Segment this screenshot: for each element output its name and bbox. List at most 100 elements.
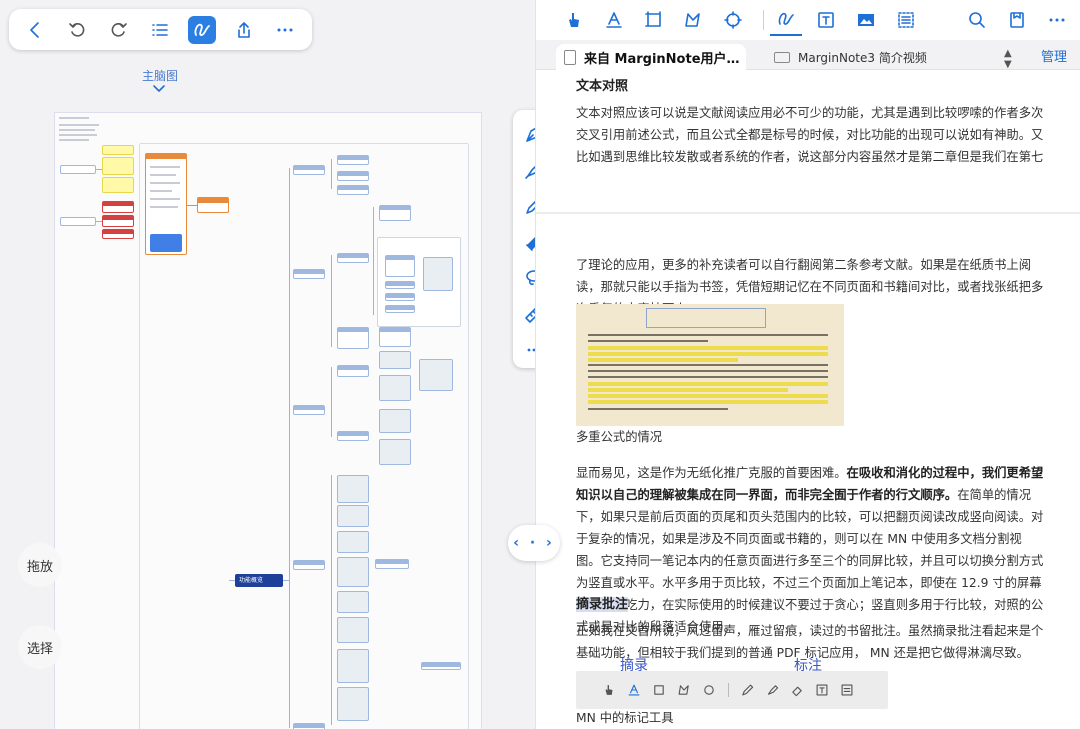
mindmap-image-node[interactable] (379, 351, 411, 369)
mindmap-node[interactable] (337, 431, 369, 441)
mindmap-canvas[interactable]: 功能概览 (54, 112, 482, 729)
more-icon (277, 28, 293, 31)
formula-page-image[interactable] (576, 304, 844, 426)
document-content[interactable]: 文本对照 文本对照应该可以说是文献阅读应用必不可少的功能，尤其是遇到比较啰嗦的作… (536, 70, 1080, 729)
mindmap-node[interactable] (145, 153, 187, 255)
back-icon (29, 21, 39, 38)
search-button[interactable] (961, 4, 993, 36)
mindmap-node[interactable] (60, 165, 96, 174)
share-button[interactable] (230, 16, 258, 44)
mindmap-image-node[interactable] (337, 617, 369, 643)
mindmap-node[interactable] (337, 365, 369, 377)
manage-button[interactable]: 管理 (1041, 46, 1067, 65)
mindmap-image-node[interactable] (337, 531, 369, 553)
mindmap-node[interactable] (379, 205, 411, 221)
select-mode-button[interactable]: 选择 (18, 625, 62, 669)
rect-select-button[interactable] (638, 4, 670, 36)
mindmap-node[interactable] (337, 327, 369, 349)
tab-label: 来自 MarginNote用户… (584, 51, 740, 67)
mindmap-image-node[interactable] (379, 375, 411, 401)
mindmap-node[interactable] (385, 293, 415, 301)
sort-icon[interactable]: ▲ ▼ (1004, 48, 1012, 70)
shape-icon (685, 13, 701, 27)
section-heading: 文本对照 (576, 79, 629, 94)
mindmap-node[interactable] (293, 269, 325, 279)
mindmap-image-node[interactable] (423, 257, 453, 291)
mindmap-image-node[interactable] (337, 687, 369, 721)
toolbar-divider (763, 10, 765, 30)
outline-button[interactable] (890, 4, 922, 36)
image-icon (857, 14, 874, 26)
mindmap-node[interactable] (102, 201, 134, 213)
screenshot-button[interactable] (717, 4, 749, 36)
undo-button[interactable] (63, 16, 91, 44)
mindmap-node[interactable] (102, 145, 134, 155)
mindmap-node[interactable] (375, 559, 409, 569)
mindmap-image-node[interactable] (337, 591, 369, 613)
pen-mode-button[interactable] (770, 4, 803, 36)
mindmap-node[interactable] (102, 215, 134, 227)
image-caption: 多重公式的情况 (576, 430, 663, 444)
mindmap-node[interactable] (337, 155, 369, 165)
redo-button[interactable] (105, 16, 133, 44)
split-view-handle[interactable]: ‹ · › (508, 525, 560, 561)
mindmap-node[interactable] (293, 165, 325, 175)
mindmap-node[interactable] (293, 560, 325, 570)
text-box-icon (811, 679, 833, 701)
mindmap-node[interactable] (379, 327, 411, 347)
document-icon (564, 49, 576, 65)
rect-select-icon (648, 679, 670, 701)
mindmap-image-node[interactable] (337, 475, 369, 503)
mindmap-pane: 主脑图 功能概览 拖放 选择 (0, 0, 535, 729)
mindmap-node[interactable] (60, 217, 96, 226)
mindmap-image-node[interactable] (337, 649, 369, 683)
mindmap-node[interactable] (102, 229, 134, 239)
text-box-button[interactable] (810, 4, 842, 36)
image-caption: MN 中的标记工具 (576, 711, 674, 725)
mindmap-node[interactable] (102, 157, 134, 175)
mindmap-node[interactable] (385, 255, 415, 277)
mindmap-node[interactable] (102, 177, 134, 193)
paragraph: 文本对照应该可以说是文献阅读应用必不可少的功能，尤其是遇到比较啰嗦的作者多次交叉… (576, 106, 1044, 164)
document-pane: 来自 MarginNote用户… MarginNote3 简介视频 ▲ ▼ 管理 … (535, 0, 1080, 729)
mindmap-image-node[interactable] (337, 505, 369, 527)
mindmap-image-node[interactable] (419, 359, 453, 391)
shape-select-button[interactable] (678, 4, 710, 36)
pen-mode-button[interactable] (188, 15, 217, 44)
text-box-icon (818, 12, 834, 28)
marking-tools-image (576, 671, 888, 709)
mindmap-image-node[interactable] (337, 557, 369, 587)
mindmap-node[interactable] (337, 185, 369, 195)
mindmap-node[interactable] (385, 281, 415, 289)
pen-icon (736, 679, 758, 701)
mindmap-text (59, 134, 97, 136)
text-select-button[interactable] (598, 4, 630, 36)
bookmark-button[interactable] (1001, 4, 1033, 36)
mindmap-title[interactable]: 主脑图 (142, 67, 178, 84)
back-button[interactable] (22, 16, 50, 44)
mindmap-node[interactable] (421, 662, 461, 670)
mindmap-image-node[interactable] (379, 439, 411, 465)
outline-list-button[interactable] (146, 16, 174, 44)
mindmap-node[interactable] (197, 197, 229, 213)
search-icon (969, 12, 986, 28)
chevron-down-icon[interactable] (152, 84, 166, 93)
tab-document-2[interactable]: MarginNote3 简介视频 (774, 44, 927, 70)
drag-mode-button[interactable]: 拖放 (18, 543, 62, 587)
list-icon (152, 23, 169, 36)
hand-icon (568, 13, 579, 27)
mindmap-node[interactable] (337, 171, 369, 181)
more-button[interactable] (271, 16, 299, 44)
mindmap-image-node[interactable] (379, 409, 411, 433)
mindmap-node[interactable] (293, 723, 325, 729)
mindmap-node[interactable] (385, 305, 415, 313)
image-button[interactable] (850, 4, 882, 36)
mindmap-root-node[interactable]: 功能概览 (235, 574, 283, 587)
tab-document-1[interactable]: 来自 MarginNote用户… (556, 44, 746, 70)
paragraph: 显而易见，这是作为无纸化推广克服的首要困难。在吸收和消化的过程中，我们更希望知识… (576, 462, 1046, 634)
mindmap-node[interactable] (293, 405, 325, 415)
doc-more-button[interactable] (1041, 4, 1073, 36)
mindmap-group[interactable] (139, 143, 469, 729)
mindmap-node[interactable] (337, 253, 369, 263)
hand-tool-button[interactable] (558, 4, 590, 36)
